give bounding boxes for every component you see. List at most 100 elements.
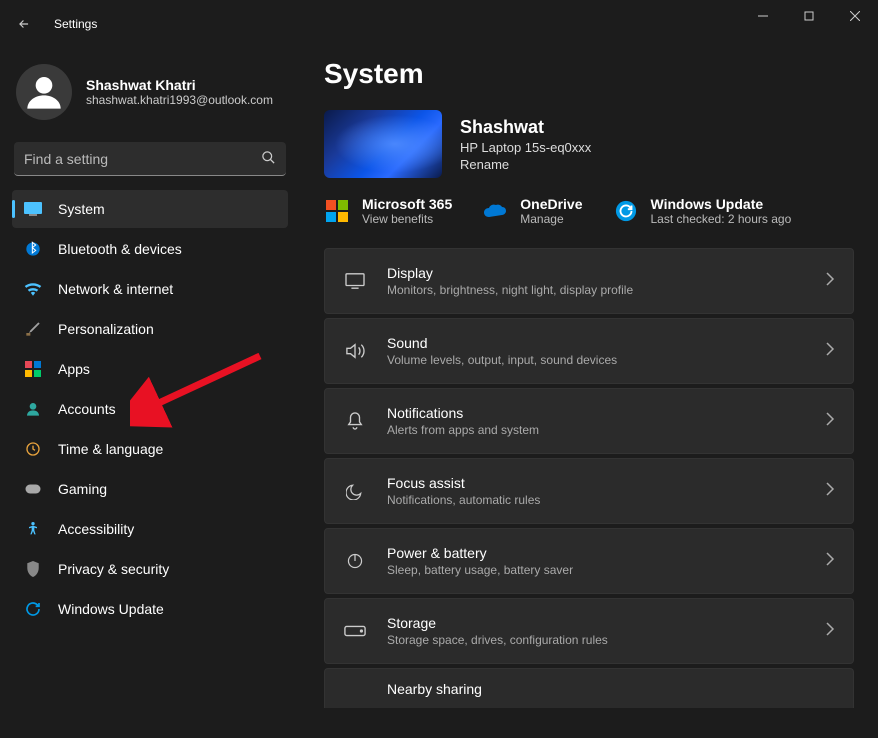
card-focus-assist[interactable]: Focus assist Notifications, automatic rul… bbox=[324, 458, 854, 524]
card-title: Notifications bbox=[387, 405, 805, 421]
search-icon bbox=[261, 150, 276, 170]
page-title: System bbox=[324, 58, 854, 90]
sidebar-item-label: Personalization bbox=[58, 321, 154, 337]
bell-icon bbox=[343, 409, 367, 433]
titlebar: Settings bbox=[0, 0, 878, 48]
sidebar-item-personalization[interactable]: Personalization bbox=[12, 310, 288, 348]
quick-onedrive[interactable]: OneDriveManage bbox=[482, 196, 582, 226]
onedrive-icon bbox=[482, 198, 508, 224]
minimize-button[interactable] bbox=[740, 0, 786, 32]
bluetooth-icon bbox=[24, 240, 42, 258]
card-sub: Alerts from apps and system bbox=[387, 423, 805, 437]
sidebar-item-label: Apps bbox=[58, 361, 90, 377]
shield-icon bbox=[24, 560, 42, 578]
back-button[interactable] bbox=[8, 8, 40, 40]
quick-title: Windows Update bbox=[651, 196, 792, 212]
card-title: Power & battery bbox=[387, 545, 805, 561]
card-title: Display bbox=[387, 265, 805, 281]
quick-sub: Last checked: 2 hours ago bbox=[651, 212, 792, 226]
sidebar-item-label: Accounts bbox=[58, 401, 116, 417]
chevron-right-icon bbox=[825, 342, 835, 361]
quick-windows-update[interactable]: Windows UpdateLast checked: 2 hours ago bbox=[613, 196, 792, 226]
sidebar-item-windows-update[interactable]: Windows Update bbox=[12, 590, 288, 628]
sidebar-item-system[interactable]: System bbox=[12, 190, 288, 228]
card-sub: Monitors, brightness, night light, displ… bbox=[387, 283, 805, 297]
sidebar-item-label: Time & language bbox=[58, 441, 163, 457]
brush-icon bbox=[24, 320, 42, 338]
moon-icon bbox=[343, 479, 367, 503]
wifi-icon bbox=[24, 280, 42, 298]
quick-links: Microsoft 365View benefits OneDriveManag… bbox=[324, 196, 854, 226]
main-content: System Shashwat HP Laptop 15s-eq0xxx Ren… bbox=[300, 48, 878, 738]
sidebar-item-time-language[interactable]: Time & language bbox=[12, 430, 288, 468]
gamepad-icon bbox=[24, 480, 42, 498]
search-box bbox=[14, 142, 286, 176]
ms365-icon bbox=[324, 198, 350, 224]
device-thumbnail[interactable] bbox=[324, 110, 442, 178]
sidebar-item-gaming[interactable]: Gaming bbox=[12, 470, 288, 508]
sidebar-item-label: Accessibility bbox=[58, 521, 134, 537]
window-controls bbox=[740, 0, 878, 32]
sidebar-item-accounts[interactable]: Accounts bbox=[12, 390, 288, 428]
device-rename-link[interactable]: Rename bbox=[460, 157, 591, 172]
close-button[interactable] bbox=[832, 0, 878, 32]
profile-name: Shashwat Khatri bbox=[86, 77, 273, 93]
card-title: Storage bbox=[387, 615, 805, 631]
device-name: Shashwat bbox=[460, 117, 591, 138]
card-nearby-sharing[interactable]: Nearby sharing bbox=[324, 668, 854, 708]
sidebar-item-label: Gaming bbox=[58, 481, 107, 497]
accessibility-icon bbox=[24, 520, 42, 538]
chevron-right-icon bbox=[825, 622, 835, 641]
card-sub: Volume levels, output, input, sound devi… bbox=[387, 353, 805, 367]
quick-ms365[interactable]: Microsoft 365View benefits bbox=[324, 196, 452, 226]
profile-email: shashwat.khatri1993@outlook.com bbox=[86, 93, 273, 107]
sound-icon bbox=[343, 339, 367, 363]
chevron-right-icon bbox=[825, 482, 835, 501]
update-badge-icon bbox=[613, 198, 639, 224]
update-icon bbox=[24, 600, 42, 618]
chevron-right-icon bbox=[825, 552, 835, 571]
display-icon bbox=[343, 269, 367, 293]
device-row: Shashwat HP Laptop 15s-eq0xxx Rename bbox=[324, 110, 854, 178]
sidebar-item-label: Network & internet bbox=[58, 281, 173, 297]
settings-cards: Display Monitors, brightness, night light… bbox=[324, 248, 854, 708]
window-title: Settings bbox=[54, 17, 97, 31]
sidebar-item-label: Privacy & security bbox=[58, 561, 169, 577]
maximize-button[interactable] bbox=[786, 0, 832, 32]
sidebar-item-label: System bbox=[58, 201, 105, 217]
system-icon bbox=[24, 200, 42, 218]
sidebar: Shashwat Khatri shashwat.khatri1993@outl… bbox=[0, 48, 300, 738]
chevron-right-icon bbox=[825, 272, 835, 291]
search-input[interactable] bbox=[14, 142, 286, 176]
quick-sub: Manage bbox=[520, 212, 582, 226]
sidebar-item-apps[interactable]: Apps bbox=[12, 350, 288, 388]
device-model: HP Laptop 15s-eq0xxx bbox=[460, 140, 591, 155]
card-power-battery[interactable]: Power & batterySleep, battery usage, bat… bbox=[324, 528, 854, 594]
card-storage[interactable]: Storage Storage space, drives, configurat… bbox=[324, 598, 854, 664]
card-title: Nearby sharing bbox=[387, 681, 815, 697]
card-title: Focus assist bbox=[387, 475, 805, 491]
avatar bbox=[16, 64, 72, 120]
card-sub: Notifications, automatic rules bbox=[387, 493, 805, 507]
apps-icon bbox=[24, 360, 42, 378]
quick-title: Microsoft 365 bbox=[362, 196, 452, 212]
clock-icon bbox=[24, 440, 42, 458]
sidebar-item-label: Bluetooth & devices bbox=[58, 241, 182, 257]
card-notifications[interactable]: Notifications Alerts from apps and system bbox=[324, 388, 854, 454]
sidebar-item-bluetooth[interactable]: Bluetooth & devices bbox=[12, 230, 288, 268]
card-sub: Storage space, drives, configuration rul… bbox=[387, 633, 805, 647]
user-icon bbox=[24, 400, 42, 418]
sidebar-item-accessibility[interactable]: Accessibility bbox=[12, 510, 288, 548]
sidebar-item-privacy[interactable]: Privacy & security bbox=[12, 550, 288, 588]
sidebar-item-label: Windows Update bbox=[58, 601, 164, 617]
card-sound[interactable]: Sound Volume levels, output, input, sound… bbox=[324, 318, 854, 384]
sidebar-item-network[interactable]: Network & internet bbox=[12, 270, 288, 308]
quick-sub: View benefits bbox=[362, 212, 452, 226]
quick-title: OneDrive bbox=[520, 196, 582, 212]
storage-icon bbox=[343, 619, 367, 643]
power-icon bbox=[343, 549, 367, 573]
profile-block[interactable]: Shashwat Khatri shashwat.khatri1993@outl… bbox=[12, 58, 288, 138]
nearby-icon bbox=[343, 677, 367, 701]
card-display[interactable]: Display Monitors, brightness, night light… bbox=[324, 248, 854, 314]
card-title: Sound bbox=[387, 335, 805, 351]
